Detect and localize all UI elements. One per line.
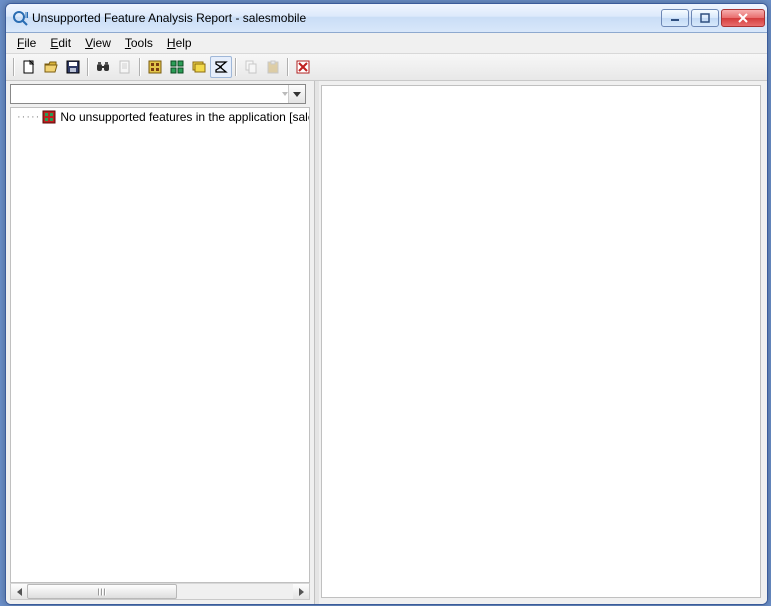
toolbar [6, 54, 767, 81]
filter-combo-button[interactable] [288, 85, 305, 103]
save-icon [65, 59, 81, 75]
binoculars-icon [95, 59, 111, 75]
menu-tools-rest: ools [131, 36, 153, 50]
chevron-right-icon [299, 588, 304, 596]
chevron-left-icon [17, 588, 22, 596]
category-icon [147, 59, 163, 75]
new-button[interactable] [18, 56, 40, 78]
filter-combo[interactable] [10, 84, 306, 104]
tree-item-label: No unsupported features in the applicati… [60, 110, 310, 124]
toolbar-separator [235, 58, 237, 76]
scroll-left-button[interactable] [11, 584, 27, 599]
window-title: Unsupported Feature Analysis Report - sa… [32, 11, 661, 25]
delete-x-icon [295, 59, 311, 75]
categories-button[interactable] [144, 56, 166, 78]
new-icon [21, 59, 37, 75]
maximize-button[interactable] [691, 9, 719, 27]
menubar: File Edit View Tools Help [6, 33, 767, 54]
menu-help[interactable]: Help [160, 35, 199, 51]
menu-view-rest: iew [93, 36, 111, 50]
window-buttons [661, 9, 765, 27]
filter-combo-text [11, 85, 280, 103]
toolbar-separator [139, 58, 141, 76]
scroll-thumb[interactable] [27, 584, 177, 599]
copy-button [240, 56, 262, 78]
scroll-track[interactable] [27, 584, 293, 599]
toolbar-separator [87, 58, 89, 76]
paste-icon [265, 59, 281, 75]
body: ····· No unsupported features in the app… [6, 81, 767, 604]
open-folder-icon [43, 59, 59, 75]
menu-file-rest: ile [24, 36, 36, 50]
menu-tools[interactable]: Tools [118, 35, 160, 51]
tiles-button[interactable] [166, 56, 188, 78]
detail-pane [321, 85, 761, 598]
paste-button [262, 56, 284, 78]
menu-help-rest: elp [176, 36, 192, 50]
find-button[interactable] [92, 56, 114, 78]
filter-row [6, 81, 314, 107]
splitter[interactable] [315, 81, 319, 604]
stack-button[interactable] [188, 56, 210, 78]
chevron-down-icon [293, 92, 301, 97]
tiles-icon [169, 59, 185, 75]
menu-file[interactable]: File [10, 35, 43, 51]
minimize-button[interactable] [661, 9, 689, 27]
copy-icon [243, 59, 259, 75]
page-button [114, 56, 136, 78]
sigma-icon [213, 59, 229, 75]
menu-edit-rest: dit [58, 36, 71, 50]
app-window: Unsupported Feature Analysis Report - sa… [5, 3, 768, 605]
left-pane: ····· No unsupported features in the app… [6, 81, 315, 604]
menu-view[interactable]: View [78, 35, 118, 51]
toolbar-separator [13, 58, 15, 76]
delete-button[interactable] [292, 56, 314, 78]
toolbar-separator [287, 58, 289, 76]
tree-item[interactable]: ····· No unsupported features in the app… [11, 108, 309, 126]
open-button[interactable] [40, 56, 62, 78]
feature-tree[interactable]: ····· No unsupported features in the app… [10, 107, 310, 583]
horizontal-scrollbar[interactable] [10, 583, 310, 600]
app-icon [12, 10, 28, 26]
menu-edit[interactable]: Edit [43, 35, 78, 51]
sigma-button[interactable] [210, 56, 232, 78]
titlebar: Unsupported Feature Analysis Report - sa… [6, 4, 767, 33]
page-icon [117, 59, 133, 75]
save-button[interactable] [62, 56, 84, 78]
stack-icon [191, 59, 207, 75]
tree-connector-icon: ····· [17, 111, 40, 123]
close-button[interactable] [721, 9, 765, 27]
module-icon [42, 110, 56, 124]
scroll-right-button[interactable] [293, 584, 309, 599]
